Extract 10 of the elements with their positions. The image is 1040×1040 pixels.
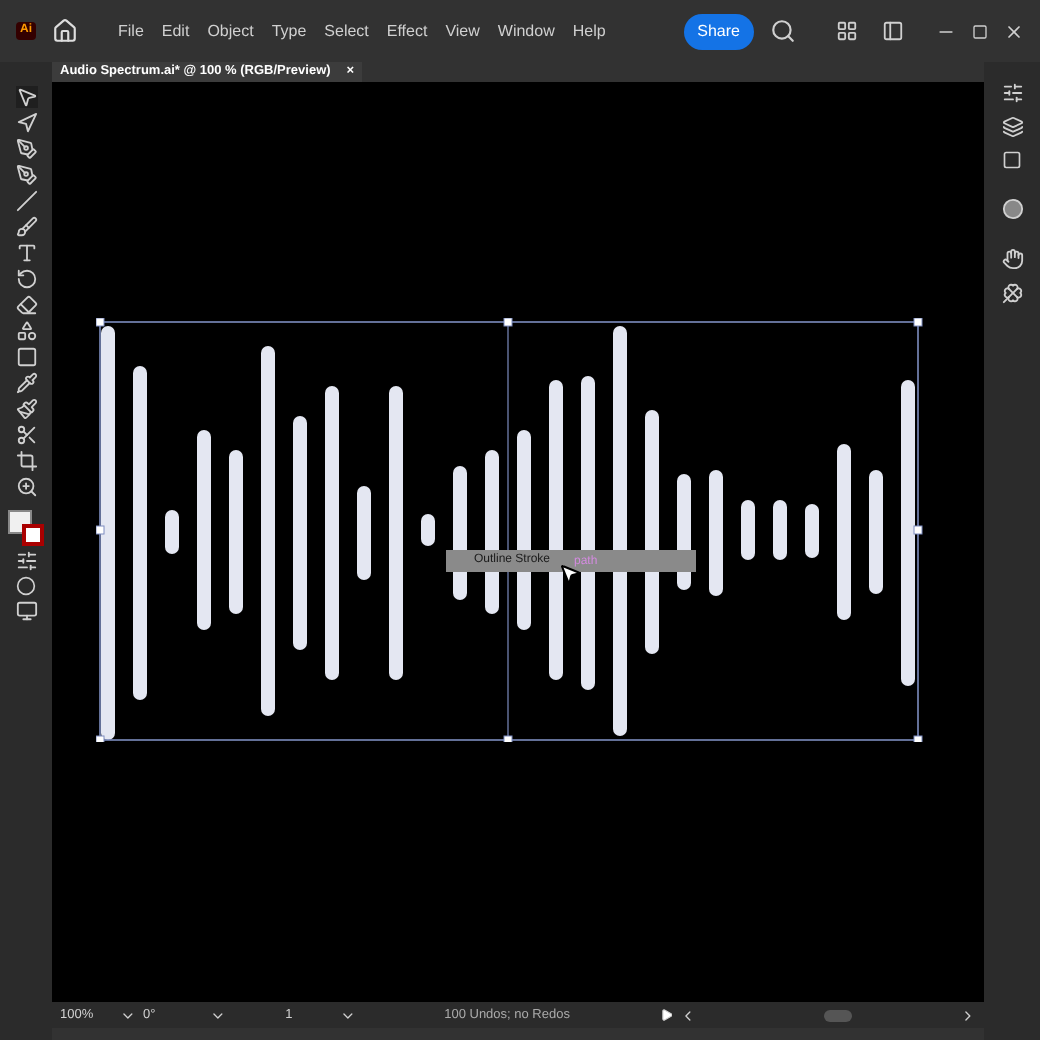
menu-item[interactable]: Effect (386, 19, 428, 43)
menu-item[interactable]: Object (207, 19, 254, 43)
menu-item[interactable]: Window (497, 19, 555, 43)
menu-item[interactable]: File (118, 19, 144, 43)
menu-item[interactable]: Select (324, 19, 369, 43)
menu-item[interactable]: Help (572, 19, 606, 43)
menu-item[interactable]: View (445, 19, 480, 43)
menu-item[interactable]: Edit (161, 19, 190, 43)
share-button[interactable]: Share (683, 13, 754, 49)
menu-item[interactable]: Type (271, 19, 307, 43)
